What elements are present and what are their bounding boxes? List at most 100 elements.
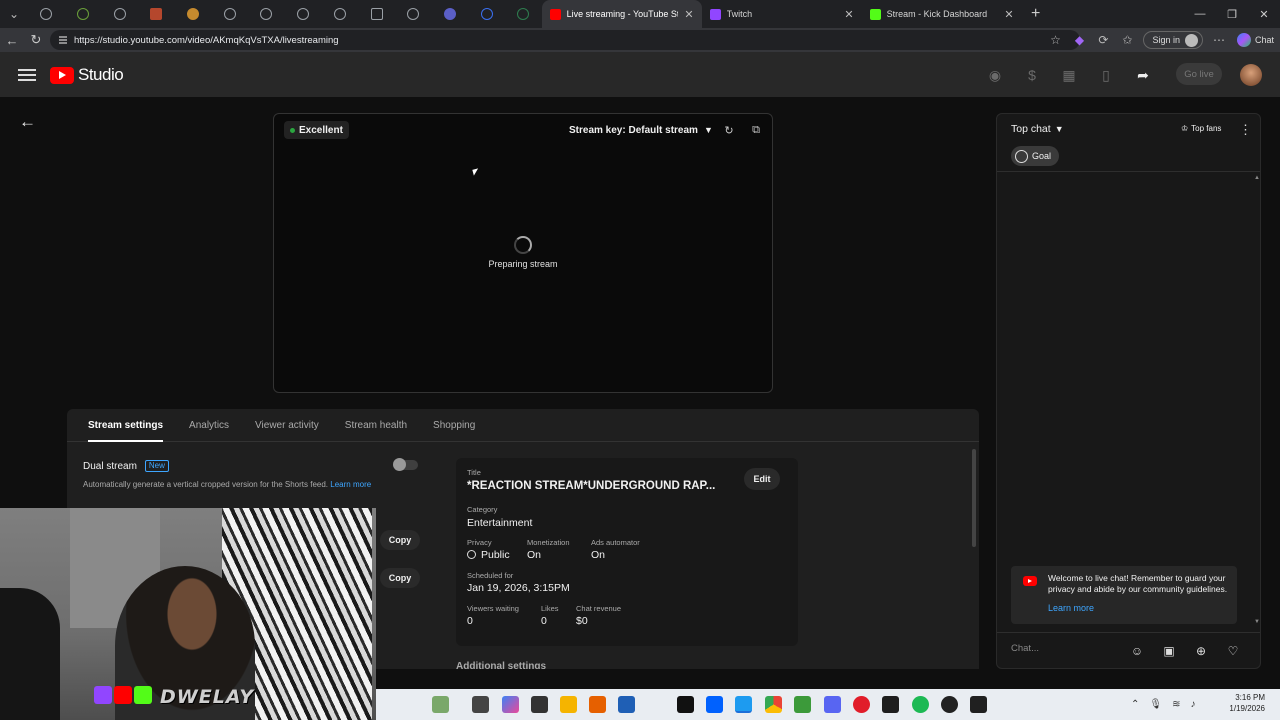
tab-list-chevron-icon[interactable]: ⌄ (0, 0, 28, 28)
tiktok-icon[interactable] (677, 696, 694, 713)
super-chat-icon[interactable]: ▣ (1161, 643, 1177, 659)
learn-more-link[interactable]: Learn more (330, 480, 371, 489)
reload-icon[interactable]: ↻ (24, 28, 48, 52)
calendar-icon[interactable]: ▦ (1058, 64, 1080, 86)
emoji-icon[interactable]: ☺ (1129, 643, 1145, 659)
pinned-tab[interactable] (322, 0, 359, 28)
opera-icon[interactable] (853, 696, 870, 713)
close-tab-icon[interactable]: ✕ (684, 8, 693, 21)
more-options-icon[interactable]: ⋮ (1239, 122, 1252, 138)
pinned-tab[interactable] (248, 0, 285, 28)
share-icon[interactable]: ➦ (1132, 64, 1154, 86)
edge-icon[interactable] (735, 696, 752, 713)
tab-shopping[interactable]: Shopping (433, 409, 475, 442)
pinned-tab[interactable] (28, 0, 65, 28)
live-control-icon[interactable]: ◉ (984, 64, 1006, 86)
app-icon[interactable] (531, 696, 548, 713)
heart-icon[interactable]: ♡ (1225, 643, 1241, 659)
discord-icon[interactable] (824, 696, 841, 713)
top-chat-dropdown[interactable]: Top chat ▼ (1011, 123, 1064, 135)
scroll-up-icon[interactable]: ▲ (1254, 175, 1260, 181)
firefox-icon[interactable] (589, 696, 606, 713)
bookmark-icon[interactable]: ▯ (1095, 64, 1117, 86)
refresh-extension-icon[interactable]: ⟳ (1091, 28, 1115, 52)
stream-key-dropdown[interactable]: Stream key: Default stream ▼ (569, 121, 713, 139)
panel-scrollbar[interactable] (972, 449, 976, 547)
pinned-tab[interactable] (395, 0, 432, 28)
url-field[interactable]: https://studio.youtube.com/video/AKmqKqV… (50, 30, 1080, 50)
copilot-chat-button[interactable]: Chat (1231, 33, 1280, 47)
tab-stream-health[interactable]: Stream health (345, 409, 407, 442)
chrome-icon[interactable] (765, 696, 782, 713)
chat-mode-label: Top chat (1011, 123, 1051, 135)
taskbar-clock[interactable]: 3:16 PM 1/19/2026 (1205, 692, 1265, 714)
chevron-up-icon[interactable]: ⌃ (1131, 699, 1139, 710)
tab-twitch[interactable]: Twitch ✕ (702, 0, 862, 28)
tab-viewer-activity[interactable]: Viewer activity (255, 409, 319, 442)
monetization-icon[interactable]: $ (1021, 64, 1043, 86)
new-tab-plus-icon[interactable]: + (1022, 0, 1050, 28)
favorite-star-icon[interactable]: ☆ (1043, 28, 1067, 52)
dual-stream-toggle[interactable] (393, 458, 418, 471)
dual-stream-title: Dual stream (83, 460, 137, 472)
goal-button[interactable]: Goal (1011, 146, 1060, 166)
close-tab-icon[interactable]: ✕ (1004, 8, 1013, 21)
back-arrow-icon[interactable]: ← (19, 112, 36, 132)
app-icon[interactable] (794, 696, 811, 713)
pinned-tab[interactable] (138, 0, 175, 28)
pinned-tab[interactable] (505, 0, 542, 28)
tab-youtube-studio[interactable]: Live streaming - YouTube Studio ✕ (541, 0, 702, 28)
close-tab-icon[interactable]: ✕ (844, 8, 853, 21)
address-bar-row: ← ↻ https://studio.youtube.com/video/AKm… (0, 28, 1280, 52)
pinned-tab[interactable] (101, 0, 138, 28)
pinned-tab[interactable] (175, 0, 212, 28)
add-icon[interactable]: ⊕ (1193, 643, 1209, 659)
obs-icon[interactable] (941, 696, 958, 713)
refresh-icon[interactable]: ↻ (720, 121, 738, 139)
app-icon[interactable] (882, 696, 899, 713)
pinned-tab[interactable] (468, 0, 505, 28)
go-live-button[interactable]: Go live (1176, 63, 1222, 85)
site-info-icon[interactable] (58, 35, 68, 45)
channel-avatar[interactable] (1240, 64, 1262, 86)
pinned-tab[interactable] (65, 0, 102, 28)
tab-analytics[interactable]: Analytics (189, 409, 229, 442)
pinned-tab[interactable] (285, 0, 322, 28)
copilot-icon[interactable] (502, 696, 519, 713)
tab-stream-settings[interactable]: Stream settings (88, 409, 164, 442)
spotify-icon[interactable] (912, 696, 929, 713)
microphone-icon[interactable]: 🎙︎ (1149, 699, 1162, 710)
back-icon[interactable]: ← (0, 28, 24, 52)
copy-stream-key-button[interactable]: Copy (380, 530, 420, 550)
app-icon[interactable] (618, 696, 635, 713)
tab-kick[interactable]: Stream - Kick Dashboard ✕ (862, 0, 1022, 28)
pinned-tab[interactable] (211, 0, 248, 28)
volume-icon[interactable]: ♪ (1190, 699, 1195, 710)
dropbox-icon[interactable] (706, 696, 723, 713)
copy-stream-url-button[interactable]: Copy (380, 568, 420, 588)
restore-icon[interactable]: ❐ (1216, 0, 1248, 28)
chat-input[interactable]: Chat... (1011, 643, 1039, 654)
more-menu-icon[interactable]: ⋯ (1207, 28, 1231, 52)
panel-tabs: Stream settings Analytics Viewer activit… (67, 409, 979, 442)
menu-hamburger-icon[interactable] (16, 66, 38, 84)
wifi-icon[interactable]: ≋ (1172, 699, 1180, 710)
extension-icon[interactable]: ◆ (1067, 28, 1091, 52)
scroll-down-icon[interactable]: ▼ (1254, 619, 1260, 625)
close-window-icon[interactable]: ✕ (1248, 0, 1280, 28)
pinned-tab[interactable] (432, 0, 469, 28)
top-fans-button[interactable]: ♔ Top fans (1181, 124, 1221, 133)
sign-in-button[interactable]: Sign in (1143, 31, 1203, 49)
weather-icon[interactable] (432, 696, 449, 713)
pinned-tab[interactable] (358, 0, 395, 28)
learn-more-link[interactable]: Learn more (1048, 603, 1094, 613)
favorites-icon[interactable]: ✩ (1115, 28, 1139, 52)
app-icon[interactable] (970, 696, 987, 713)
studio-logo[interactable]: Studio (50, 65, 124, 85)
taskview-icon[interactable] (472, 696, 489, 713)
copy-icon[interactable]: ⧉ (747, 121, 765, 139)
edit-button[interactable]: Edit (744, 468, 780, 490)
minimize-icon[interactable]: — (1184, 0, 1216, 28)
viewers-waiting-label: Viewers waiting (467, 604, 519, 613)
file-explorer-icon[interactable] (560, 696, 577, 713)
